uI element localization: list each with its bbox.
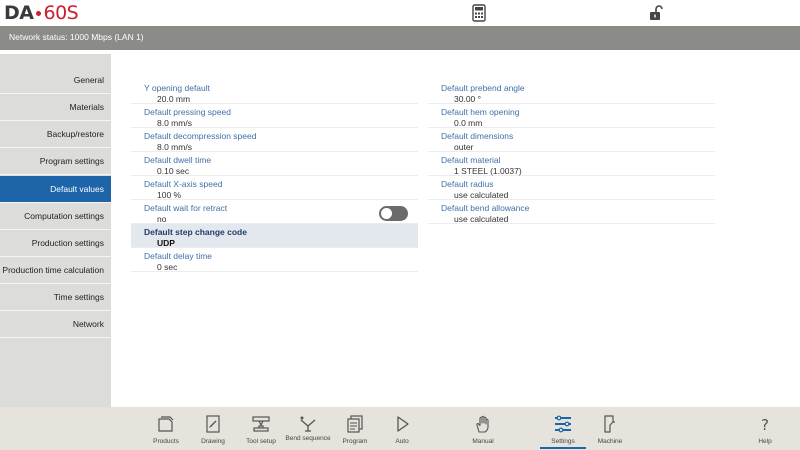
field-y-opening-default[interactable]: Y opening default 20.0 mm [131,80,418,104]
machine-icon [604,415,615,433]
field-value: 20.0 mm [157,94,191,104]
field-label: Default prebend angle [441,83,525,93]
logo-dot [36,10,42,16]
nav-tool-setup[interactable]: Tool setup [236,407,286,450]
nav-label: Auto [395,438,409,445]
nav-label: Machine [597,438,623,445]
sidebar-item-label: Computation settings [24,211,104,221]
field-label: Default pressing speed [144,107,231,117]
sidebar-item-time-settings[interactable]: Time settings [0,284,111,311]
field-label: Y opening default [144,83,211,93]
field-label: Default delay time [144,251,213,261]
field-value: 0.10 sec [157,166,190,176]
field-default-prebend-angle[interactable]: Default prebend angle 30.00 ° [428,80,715,104]
network-status-bar: Network status: 1000 Mbps (LAN 1) [0,26,800,50]
logo-model: 60S [43,2,79,24]
field-label: Default radius [441,179,494,189]
active-indicator [540,447,586,449]
field-label: Default X-axis speed [144,179,223,189]
play-icon [397,416,409,432]
field-value: 0 sec [157,262,178,272]
sidebar-item-label: Production time calculation [2,265,104,275]
logo-brand: DA [4,2,34,24]
field-value: 8.0 mm/s [157,118,192,128]
field-label: Default wait for retract [144,203,228,213]
field-value: 1 STEEL (1.0037) [454,166,522,176]
field-default-material[interactable]: Default material 1 STEEL (1.0037) [428,152,715,176]
sidebar-item-label: General [73,75,104,85]
program-icon [347,415,363,433]
field-label: Default dwell time [144,155,212,165]
field-default-delay-time[interactable]: Default delay time 0 sec [131,248,418,272]
network-status-text: Network status: 1000 Mbps (LAN 1) [9,32,144,42]
field-value: 8.0 mm/s [157,142,192,152]
field-label: Default hem opening [441,107,520,117]
sidebar-item-production-settings[interactable]: Production settings [0,230,111,257]
wait-for-retract-toggle[interactable] [379,206,408,221]
settings-icon [555,415,571,433]
sidebar-item-computation-settings[interactable]: Computation settings [0,203,111,230]
field-value: 30.00 ° [454,94,482,104]
sidebar-item-network[interactable]: Network [0,311,111,338]
field-value: 100 % [157,190,182,200]
svg-text:?: ? [761,416,769,434]
sidebar-item-materials[interactable]: Materials [0,94,111,121]
sidebar-item-general[interactable]: General [0,67,111,94]
sidebar-item-program-settings[interactable]: Program settings [0,148,111,175]
default-values-panel: Y opening default 20.0 mm Default pressi… [111,54,800,407]
field-label: Default material [441,155,501,165]
bend-sequence-icon [300,416,316,432]
bottom-nav-bar: Products Drawing Tool setup Bend sequenc… [0,407,800,450]
field-default-dimensions[interactable]: Default dimensions outer [428,128,715,152]
unlock-icon[interactable] [648,4,664,22]
field-value: outer [454,142,474,152]
help-icon: ? [761,416,769,434]
sidebar-item-label: Materials [69,102,104,112]
field-value: 0.0 mm [454,118,483,128]
hand-icon [476,415,489,433]
sidebar-item-label: Production settings [31,238,104,248]
field-default-hem-opening[interactable]: Default hem opening 0.0 mm [428,104,715,128]
field-label: Default bend allowance [441,203,530,213]
tool-setup-icon [252,416,270,432]
nav-manual[interactable]: Manual [458,407,508,450]
field-value: no [157,214,167,224]
sidebar-item-backup-restore[interactable]: Backup/restore [0,121,111,148]
logo: DA 60S [4,2,79,24]
nav-help[interactable]: ? Help [740,407,790,450]
nav-machine[interactable]: Machine [585,407,635,450]
field-default-bend-allowance[interactable]: Default bend allowance use calculated [428,200,715,224]
nav-auto[interactable]: Auto [377,407,427,450]
field-default-radius[interactable]: Default radius use calculated [428,176,715,200]
nav-label: Manual [472,438,494,445]
field-default-wait-for-retract[interactable]: Default wait for retract no [131,200,418,224]
field-default-x-axis-speed[interactable]: Default X-axis speed 100 % [131,176,418,200]
field-default-dwell-time[interactable]: Default dwell time 0.10 sec [131,152,418,176]
calculator-icon[interactable] [471,4,487,22]
field-default-pressing-speed[interactable]: Default pressing speed 8.0 mm/s [131,104,418,128]
sidebar-item-production-time-calculation[interactable]: Production time calculation [0,257,111,284]
products-icon [158,416,174,432]
top-bar: DA 60S [0,0,800,26]
field-value: use calculated [454,214,509,224]
sidebar-item-label: Backup/restore [46,129,104,139]
drawing-icon [206,415,220,433]
field-value: use calculated [454,190,509,200]
nav-label: Help [758,438,772,445]
settings-sidebar: General Materials Backup/restore Program… [0,54,111,407]
field-default-step-change-code[interactable]: Default step change code UDP [131,224,418,248]
field-value: UDP [157,238,175,248]
sidebar-item-label: Network [72,319,104,329]
sidebar-item-label: Time settings [53,292,104,302]
field-default-decompression-speed[interactable]: Default decompression speed 8.0 mm/s [131,128,418,152]
field-label: Default step change code [144,227,247,237]
field-label: Default decompression speed [144,131,257,141]
sidebar-item-label: Default values [50,184,104,194]
sidebar-item-default-values[interactable]: Default values [0,176,111,203]
field-label: Default dimensions [441,131,514,141]
sidebar-item-label: Program settings [39,156,104,166]
